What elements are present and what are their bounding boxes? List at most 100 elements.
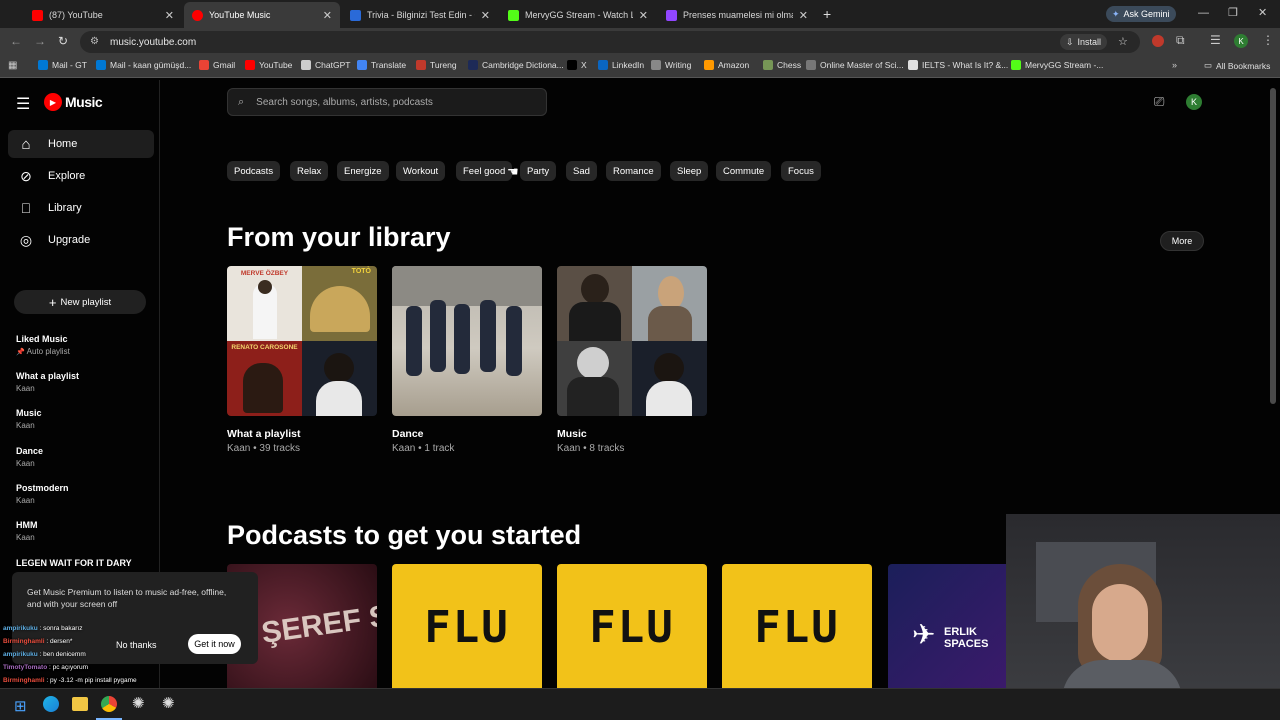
window-close-button[interactable]: ✕	[1258, 6, 1267, 19]
account-avatar[interactable]: K	[1186, 94, 1202, 110]
card-title: What a playlist	[227, 428, 301, 440]
sidebar-item-upgrade[interactable]: ◎ Upgrade	[8, 226, 154, 254]
library-card-music[interactable]: Music Kaan • 8 tracks	[557, 266, 707, 454]
kick-favicon-icon	[508, 9, 519, 21]
minimize-button[interactable]: —	[1198, 7, 1209, 19]
bookmark-item[interactable]: Cambridge Dictiona...	[468, 60, 564, 70]
close-icon[interactable]: ✕	[323, 9, 332, 22]
sidebar-playlist-what[interactable]: What a playlist Kaan	[16, 371, 156, 393]
bookmark-item[interactable]: Mail - kaan gümüşd...	[96, 60, 191, 70]
reload-icon[interactable]: ↻	[58, 34, 68, 48]
bookmark-item[interactable]: YouTube	[245, 60, 292, 70]
new-tab-button[interactable]: +	[823, 6, 831, 22]
close-icon[interactable]: ✕	[799, 9, 808, 22]
windows-start-icon[interactable]: ⊞	[14, 697, 27, 715]
sidebar-playlist-liked[interactable]: Liked Music 📌 Auto playlist	[16, 334, 156, 356]
bookmark-item[interactable]: IELTS - What Is It? &...	[908, 60, 1008, 70]
bookmark-item[interactable]: Chess	[763, 60, 801, 70]
mood-chip[interactable]: Party	[520, 161, 557, 181]
sidebar-playlist-dance[interactable]: Dance Kaan	[16, 446, 156, 468]
bookmark-item[interactable]: Tureng	[416, 60, 457, 70]
bookmark-item[interactable]: Mail - GT	[38, 60, 87, 70]
ask-gemini-button[interactable]: ✦ Ask Gemini	[1106, 6, 1176, 22]
bookmark-item[interactable]: Gmail	[199, 60, 235, 70]
mood-chip[interactable]: Commute	[716, 161, 772, 181]
bookmark-label: ChatGPT	[315, 60, 351, 70]
search-input[interactable]: ⌕ Search songs, albums, artists, podcast…	[227, 88, 547, 116]
bookmark-item[interactable]: Translate	[357, 60, 406, 70]
bookmark-star-icon[interactable]: ☆	[1118, 35, 1128, 48]
sidebar-playlist-postmodern[interactable]: Postmodern Kaan	[16, 483, 156, 505]
mood-chip[interactable]: Sad	[566, 161, 597, 181]
chat-message: TimotyTomato : pc açıyorum	[3, 664, 89, 671]
podcast-card-flu-1[interactable]: FLU	[392, 564, 542, 690]
sidebar-playlist-legen[interactable]: LEGEN WAIT FOR IT DARY	[16, 558, 156, 568]
extension-icon[interactable]	[1152, 35, 1164, 47]
sidebar-item-library[interactable]: ⎕ Library	[8, 194, 154, 222]
tab-prenses[interactable]: Prenses muamelesi mi olmasi g ✕	[658, 2, 816, 28]
bookmark-item[interactable]: LinkedIn	[598, 60, 644, 70]
install-button[interactable]: ⇩ Install	[1060, 34, 1108, 50]
sidebar-playlist-music[interactable]: Music Kaan	[16, 408, 156, 430]
library-card-what-a-playlist[interactable]: MERVE ÖZBEY TOTÒ RENATO CAROSONE What a …	[227, 266, 377, 454]
sidebar-item-home[interactable]: ⌂ Home	[8, 130, 154, 158]
profile-avatar[interactable]: K	[1234, 34, 1248, 48]
mood-chip[interactable]: Relax	[290, 161, 329, 181]
mood-chip[interactable]: Energize	[337, 161, 389, 181]
mood-chip[interactable]: Podcasts	[227, 161, 281, 181]
tab-trivia[interactable]: Trivia - Bilginizi Test Edin - Quiz ✕	[342, 2, 498, 28]
tab-kick-stream[interactable]: MervyGG Stream - Watch Live ✕	[500, 2, 656, 28]
new-playlist-button[interactable]: + New playlist	[14, 290, 146, 314]
sidebar-item-label: Library	[48, 202, 82, 214]
tab-youtube-music[interactable]: YouTube Music ✕	[184, 2, 340, 28]
mood-chip[interactable]: Feel good	[456, 161, 513, 181]
tab-youtube[interactable]: (87) YouTube ✕	[24, 2, 182, 28]
mood-chip[interactable]: Romance	[606, 161, 661, 181]
mood-chip[interactable]: Focus	[781, 161, 821, 181]
more-button[interactable]: More	[1160, 231, 1204, 251]
maximize-button[interactable]: ❐	[1228, 6, 1238, 19]
browser-menu-icon[interactable]: ⋮	[1262, 33, 1274, 47]
trivia-favicon-icon	[350, 9, 361, 21]
youtube-music-logo[interactable]: ▶ Music	[44, 93, 103, 111]
back-icon[interactable]: ←	[10, 34, 22, 48]
bookmark-item[interactable]: Online Master of Sci...	[806, 60, 904, 70]
bookmark-item[interactable]: Writing	[651, 60, 691, 70]
sidebar-playlist-hmm[interactable]: HMM Kaan	[16, 520, 156, 542]
close-icon[interactable]: ✕	[165, 9, 174, 22]
bookmark-favicon-icon	[1011, 60, 1021, 70]
podcast-card-flu-2[interactable]: FLU	[557, 564, 707, 690]
more-bookmarks-icon[interactable]: »	[1172, 60, 1177, 70]
cast-icon[interactable]: ⎚	[1154, 94, 1164, 110]
mood-chip[interactable]: Sleep	[670, 161, 709, 181]
apps-grid-icon[interactable]: ▦	[8, 60, 17, 71]
bookmark-item[interactable]: Amazon	[704, 60, 749, 70]
hamburger-menu-icon[interactable]: ☰	[16, 94, 30, 114]
bookmark-item[interactable]: ChatGPT	[301, 60, 350, 70]
podcast-card-flu-3[interactable]: FLU	[722, 564, 872, 690]
browser-toolbar: ← → ↻ ⚙ music.youtube.com ⇩ Install ☆ ⧉ …	[0, 28, 1280, 56]
podcast-card-erlik-spaces[interactable]: ✈ ERLIK SPACES	[888, 564, 1006, 690]
chatgpt-icon[interactable]: ✺	[132, 694, 145, 712]
music-logo-icon: ▶	[44, 93, 62, 111]
address-bar[interactable]: ⚙ music.youtube.com ⇩ Install ☆	[80, 31, 1140, 53]
close-icon[interactable]: ✕	[639, 9, 648, 22]
bookmark-label: Mail - GT	[52, 60, 87, 70]
chrome-icon[interactable]	[101, 696, 117, 712]
cover-text: MERVE ÖZBEY	[240, 270, 289, 277]
site-info-icon[interactable]: ⚙	[90, 36, 99, 47]
scrollbar[interactable]	[1270, 88, 1276, 404]
file-explorer-icon[interactable]	[72, 697, 88, 711]
all-bookmarks-folder[interactable]: ▭ All Bookmarks	[1204, 60, 1270, 71]
bookmark-item[interactable]: MervyGG Stream -...	[1011, 60, 1103, 70]
forward-icon[interactable]: →	[34, 34, 46, 48]
close-icon[interactable]: ✕	[481, 9, 490, 22]
bookmark-item[interactable]: X	[567, 60, 587, 70]
library-card-dance[interactable]: Dance Kaan • 1 track	[392, 266, 542, 454]
extensions-puzzle-icon[interactable]: ⧉	[1176, 33, 1185, 48]
mood-chip[interactable]: Workout	[396, 161, 446, 181]
sidebar-item-explore[interactable]: ⊘ Explore	[8, 162, 154, 190]
edge-icon[interactable]	[43, 696, 59, 712]
app-icon[interactable]: ✺	[162, 694, 175, 712]
tab-search-icon[interactable]: ☰	[1210, 33, 1221, 47]
